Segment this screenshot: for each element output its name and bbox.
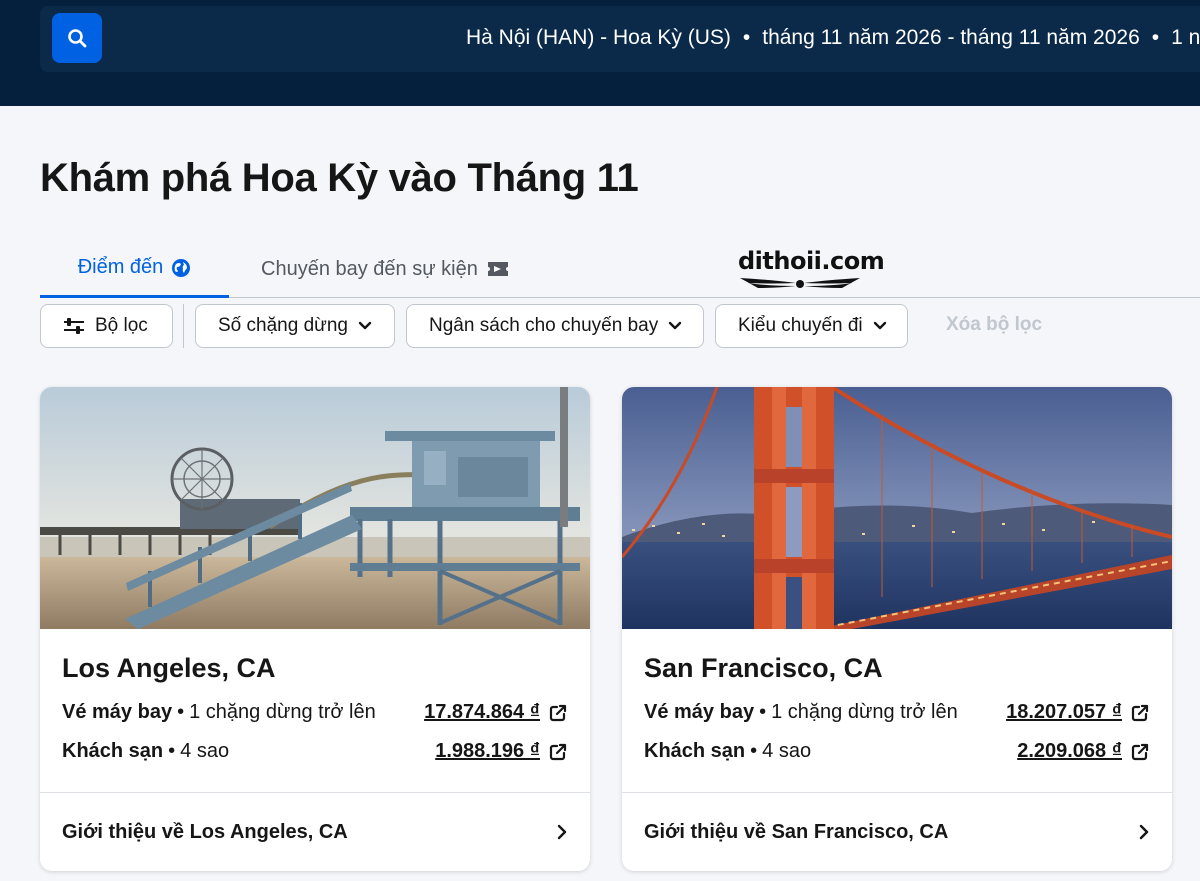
flight-label: Vé máy bay bbox=[644, 701, 755, 723]
flight-row: Vé máy bay • 1 chặng dừng trở lên 17.874… bbox=[62, 701, 568, 724]
search-summary-text[interactable]: Hà Nội (HAN) - Hoa Kỳ (US) • tháng 11 năm … bbox=[466, 26, 1200, 50]
tab-event-flights[interactable]: Chuyến bay đến sự kiện bbox=[261, 240, 510, 298]
tab-destinations[interactable]: Điểm đến bbox=[40, 240, 229, 298]
separator-dot: • bbox=[742, 26, 751, 49]
separator-dot: • bbox=[759, 701, 767, 723]
flight-detail: 1 chặng dừng trở lên bbox=[189, 701, 376, 723]
external-link-icon[interactable] bbox=[548, 742, 568, 762]
hotel-price-link[interactable]: 1.988.196 ₫ bbox=[435, 740, 540, 763]
hotel-row: Khách sạn • 4 sao 2.209.068 ₫ bbox=[644, 740, 1150, 763]
dates-text: tháng 11 năm 2026 - tháng 11 năm 2026 bbox=[762, 26, 1140, 49]
flight-detail: 1 chặng dừng trở lên bbox=[771, 701, 958, 723]
globe-icon bbox=[171, 258, 191, 278]
budget-dropdown[interactable]: Ngân sách cho chuyến bay bbox=[406, 304, 704, 348]
hotel-detail: 4 sao bbox=[180, 740, 230, 762]
los-angeles-photo bbox=[40, 387, 590, 629]
filter-divider bbox=[183, 304, 184, 348]
separator-dot: • bbox=[1151, 26, 1160, 49]
external-link-icon[interactable] bbox=[1130, 703, 1150, 723]
card-city-name: San Francisco, CA bbox=[644, 653, 883, 683]
hotel-price-link[interactable]: 2.209.068 ₫ bbox=[1017, 740, 1122, 763]
route-text: Hà Nội (HAN) - Hoa Kỳ (US) bbox=[466, 26, 731, 49]
search-icon bbox=[68, 29, 87, 48]
chevron-right-icon bbox=[556, 824, 568, 840]
chevron-down-icon bbox=[358, 321, 372, 331]
watermark-logo: dithoii.com bbox=[738, 247, 885, 293]
chevron-down-icon bbox=[668, 321, 682, 331]
flight-row: Vé máy bay • 1 chặng dừng trở lên 18.207… bbox=[644, 701, 1150, 724]
flight-label: Vé máy bay bbox=[62, 701, 173, 723]
flight-price-link[interactable]: 18.207.057 ₫ bbox=[1006, 701, 1122, 724]
filter-label: Bộ lọc bbox=[95, 315, 148, 336]
ticket-icon bbox=[486, 259, 510, 279]
filter-button[interactable]: Bộ lọc bbox=[40, 304, 173, 348]
tab-label: Chuyến bay đến sự kiện bbox=[261, 257, 478, 280]
about-label: Giới thiệu về San Francisco, CA bbox=[644, 820, 949, 843]
separator-dot: • bbox=[177, 701, 185, 723]
external-link-icon[interactable] bbox=[548, 703, 568, 723]
search-button[interactable] bbox=[52, 13, 102, 63]
flight-price-link[interactable]: 17.874.864 ₫ bbox=[424, 701, 540, 724]
hotel-label: Khách sạn bbox=[62, 740, 164, 762]
hotel-detail: 4 sao bbox=[762, 740, 812, 762]
separator-dot: • bbox=[750, 740, 758, 762]
about-label: Giới thiệu về Los Angeles, CA bbox=[62, 820, 348, 843]
passengers-text: 1 ng bbox=[1171, 26, 1200, 49]
chevron-down-icon bbox=[873, 321, 887, 331]
about-city-link[interactable]: Giới thiệu về San Francisco, CA bbox=[622, 793, 1172, 871]
destination-card[interactable]: Los Angeles, CA Vé máy bay • 1 chặng dừn… bbox=[40, 387, 590, 871]
tab-label: Điểm đến bbox=[77, 256, 164, 278]
clear-filters-button[interactable]: Xóa bộ lọc bbox=[946, 314, 1042, 336]
separator-dot: • bbox=[168, 740, 176, 762]
stops-dropdown[interactable]: Số chặng dừng bbox=[195, 304, 395, 348]
hotel-row: Khách sạn • 4 sao 1.988.196 ₫ bbox=[62, 740, 568, 763]
trip-type-dropdown[interactable]: Kiểu chuyến đi bbox=[715, 304, 908, 348]
sliders-icon bbox=[63, 317, 85, 335]
tab-bar: Điểm đến Chuyến bay đến sự kiện bbox=[40, 240, 1200, 298]
san-francisco-photo bbox=[622, 387, 1172, 629]
chevron-right-icon bbox=[1138, 824, 1150, 840]
card-city-name: Los Angeles, CA bbox=[62, 653, 276, 683]
page-title: Khám phá Hoa Kỳ vào Tháng 11 bbox=[40, 156, 639, 200]
destination-card[interactable]: San Francisco, CA Vé máy bay • 1 chặng d… bbox=[622, 387, 1172, 871]
trip-type-label: Kiểu chuyến đi bbox=[738, 315, 863, 336]
external-link-icon[interactable] bbox=[1130, 742, 1150, 762]
budget-label: Ngân sách cho chuyến bay bbox=[429, 315, 659, 336]
stops-label: Số chặng dừng bbox=[218, 315, 348, 336]
hotel-label: Khách sạn bbox=[644, 740, 746, 762]
about-city-link[interactable]: Giới thiệu về Los Angeles, CA bbox=[40, 793, 590, 871]
watermark-text: dithoii.com bbox=[738, 247, 885, 275]
wings-icon bbox=[740, 278, 860, 288]
